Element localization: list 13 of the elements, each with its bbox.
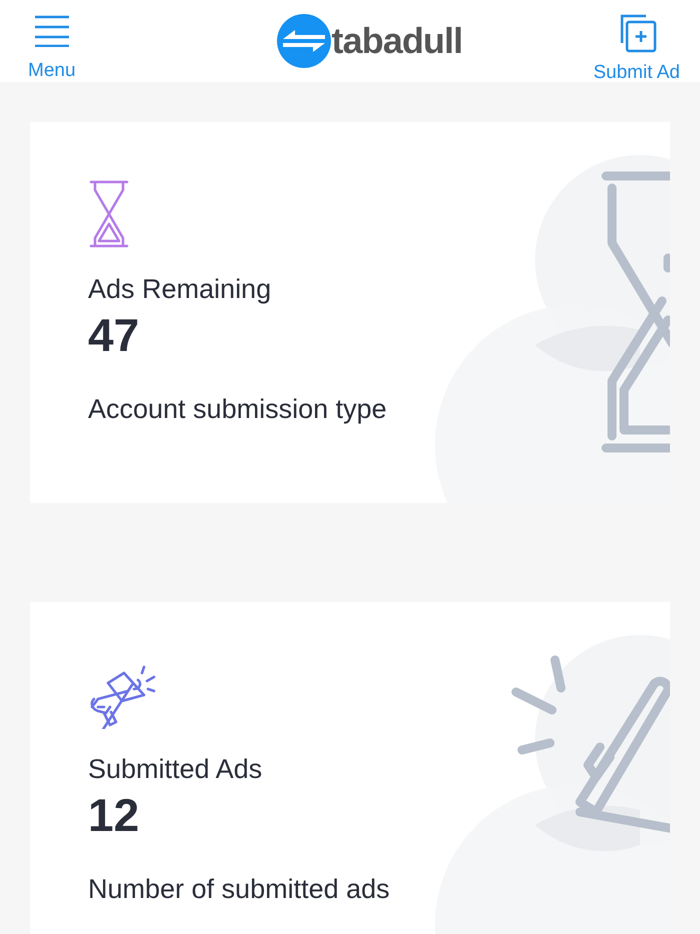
submit-ad-button[interactable]: Submit Ad (593, 0, 680, 82)
hourglass-icon (88, 179, 130, 249)
megaphone-icon (88, 663, 158, 729)
logo-icon (276, 14, 331, 68)
stat-value: 12 (88, 788, 140, 843)
stat-caption: Account submission type (88, 393, 388, 426)
menu-button[interactable]: Menu (28, 2, 76, 80)
stat-caption: Number of submitted ads (88, 873, 391, 906)
stat-title: Submitted Ads (88, 753, 264, 786)
stat-title: Ads Remaining (88, 273, 272, 306)
stat-value: 47 (88, 308, 140, 363)
menu-icon (34, 14, 70, 46)
logo-text: tabadull (332, 19, 462, 63)
